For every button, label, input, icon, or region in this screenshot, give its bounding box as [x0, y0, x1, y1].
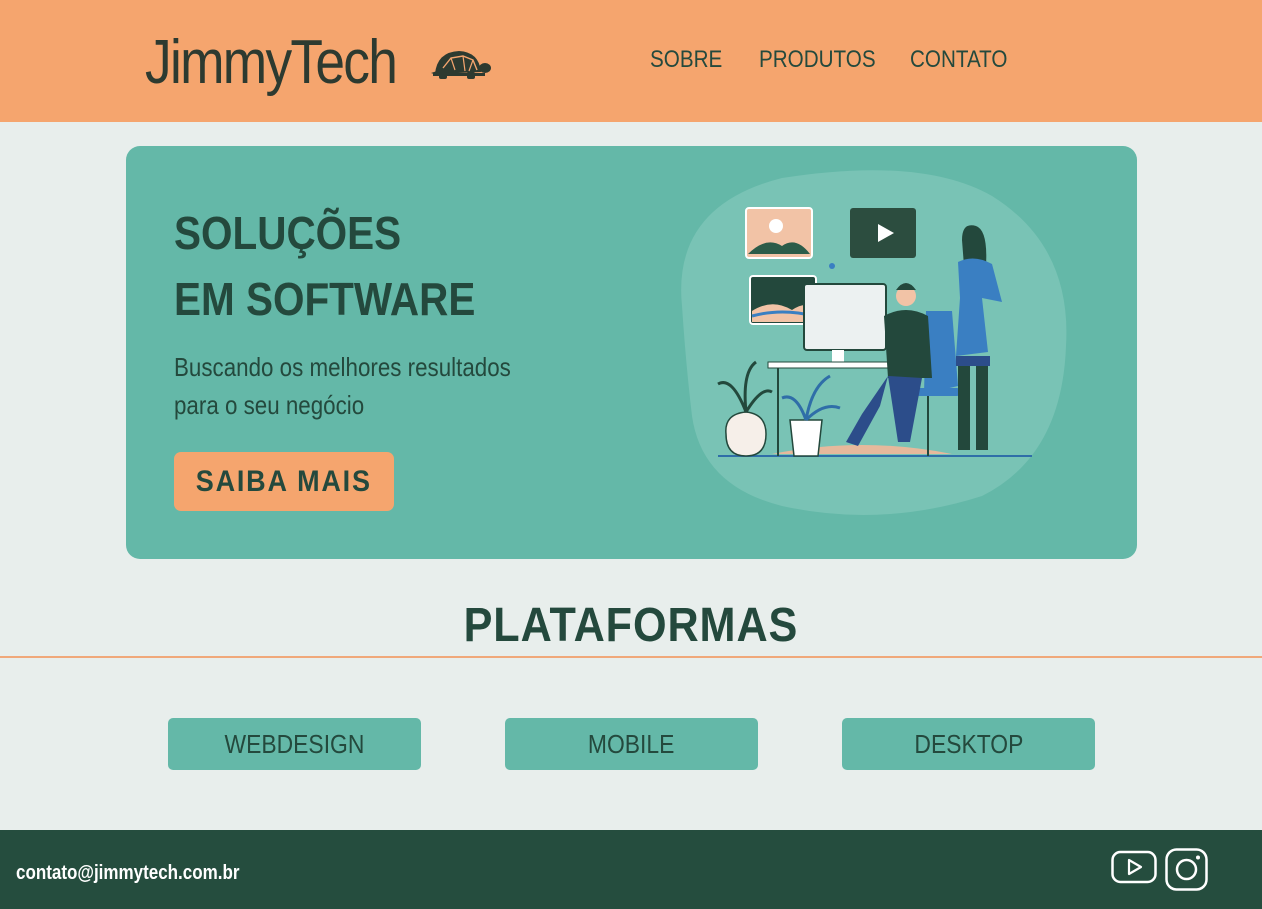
- logo[interactable]: JimmyTech: [145, 22, 491, 97]
- youtube-icon[interactable]: [1111, 849, 1157, 885]
- nav-sobre[interactable]: SOBRE: [650, 46, 722, 74]
- site-footer: contato@jimmytech.com.br: [0, 830, 1262, 909]
- desktop-button[interactable]: DESKTOP: [842, 718, 1095, 770]
- hero-subtitle: Buscando os melhores resultados para o s…: [174, 348, 511, 424]
- section-divider: [0, 656, 1262, 658]
- platforms-title-text: PLATAFORMAS: [463, 599, 799, 652]
- webdesign-label: WEBDESIGN: [224, 728, 365, 759]
- platforms-title: PLATAFORMAS: [0, 598, 1262, 653]
- logo-text: JimmyTech: [145, 28, 398, 97]
- instagram-icon[interactable]: [1165, 848, 1208, 891]
- contact-email[interactable]: contato@jimmytech.com.br: [16, 862, 239, 885]
- hero-title-line1: SOLUÇÕES: [174, 207, 402, 259]
- webdesign-button[interactable]: WEBDESIGN: [168, 718, 421, 770]
- saiba-mais-button[interactable]: SAIBA MAIS: [174, 452, 394, 511]
- hero-title: SOLUÇÕES EM SOFTWARE: [174, 200, 475, 332]
- turtle-icon: [431, 51, 491, 79]
- desktop-label: DESKTOP: [914, 728, 1023, 759]
- hero-subtitle-line2: para o seu negócio: [174, 390, 365, 420]
- hero-subtitle-line1: Buscando os melhores resultados: [174, 352, 511, 382]
- nav-produtos[interactable]: PRODUTOS: [759, 46, 876, 74]
- site-header: JimmyTech SOBRE PRODUTOS CONTATO: [0, 0, 1262, 122]
- mobile-label: MOBILE: [588, 728, 675, 759]
- hero-title-line2: EM SOFTWARE: [174, 273, 476, 325]
- hero-banner: SOLUÇÕES EM SOFTWARE Buscando os melhore…: [126, 146, 1137, 559]
- office-illustration: [681, 170, 1067, 515]
- mobile-button[interactable]: MOBILE: [505, 718, 758, 770]
- nav-contato[interactable]: CONTATO: [910, 46, 1007, 74]
- saiba-mais-label: SAIBA MAIS: [195, 464, 373, 498]
